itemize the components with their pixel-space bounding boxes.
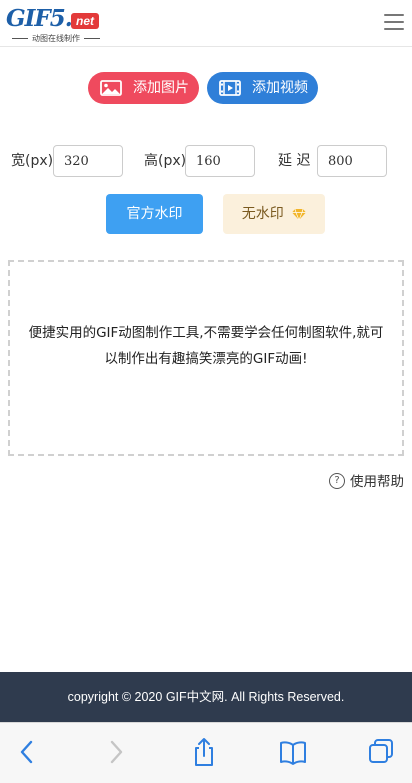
bookmarks-icon[interactable] <box>278 737 308 767</box>
share-icon[interactable] <box>189 737 219 767</box>
logo-badge: net <box>71 13 99 29</box>
official-watermark-label: 官方水印 <box>126 206 183 222</box>
site-logo[interactable]: GIF5. net 动图在线制作 <box>6 5 106 44</box>
no-watermark-label: 无水印 <box>241 206 284 222</box>
tabs-icon[interactable] <box>366 737 396 767</box>
official-watermark-button[interactable]: 官方水印 <box>106 194 203 234</box>
logo-subtitle: 动图在线制作 <box>6 34 106 44</box>
add-video-label: 添加视频 <box>252 80 308 96</box>
delay-label: 延 迟 <box>278 153 311 169</box>
no-watermark-button[interactable]: 无水印 <box>223 194 325 234</box>
logo-main-text: GIF5. <box>6 5 73 32</box>
question-icon: ? <box>329 473 345 489</box>
diamond-icon <box>292 208 307 220</box>
help-label: 使用帮助 <box>350 474 404 490</box>
delay-input[interactable] <box>317 145 387 177</box>
forward-chevron-icon[interactable] <box>101 737 131 767</box>
hamburger-menu-icon[interactable] <box>384 14 404 32</box>
height-input[interactable] <box>185 145 255 177</box>
dropzone-description: 便捷实用的GIF动图制作工具,不需要学会任何制图软件,就可以制作出有趣搞笑漂亮的… <box>28 325 384 367</box>
browser-toolbar <box>0 722 412 783</box>
film-icon <box>219 80 241 96</box>
add-image-label: 添加图片 <box>133 80 189 96</box>
add-video-button[interactable]: 添加视频 <box>207 72 318 104</box>
back-chevron-icon[interactable] <box>12 737 42 767</box>
copyright-text: copyright © 2020 GIF中文网. All Rights Rese… <box>67 690 345 704</box>
upload-dropzone[interactable]: 便捷实用的GIF动图制作工具,不需要学会任何制图软件,就可以制作出有趣搞笑漂亮的… <box>8 260 404 456</box>
width-label: 宽(px) <box>11 153 54 169</box>
site-header: GIF5. net 动图在线制作 <box>0 0 412 47</box>
height-label: 高(px) <box>144 153 187 169</box>
image-icon <box>100 80 122 96</box>
help-link[interactable]: ? 使用帮助 <box>329 471 404 493</box>
add-image-button[interactable]: 添加图片 <box>88 72 199 104</box>
site-footer: copyright © 2020 GIF中文网. All Rights Rese… <box>0 672 412 722</box>
width-input[interactable] <box>53 145 123 177</box>
